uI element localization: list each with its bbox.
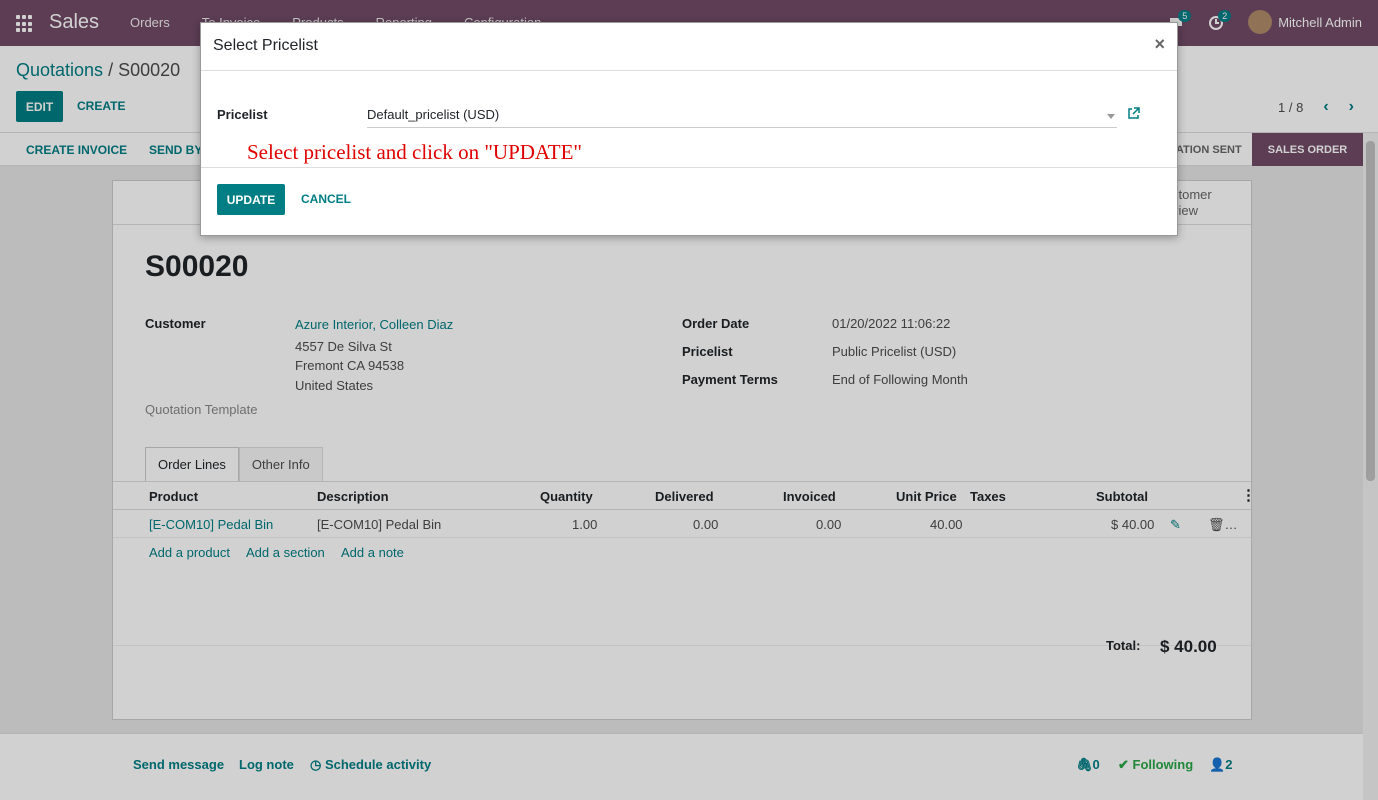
cancel-button[interactable]: CANCEL [301, 192, 351, 206]
dialog-footer-divider [201, 167, 1177, 168]
dialog-title: Select Pricelist [213, 37, 318, 54]
dialog-header: Select Pricelist × [201, 23, 1177, 71]
pricelist-select[interactable]: Default_pricelist (USD) [367, 105, 1117, 128]
close-icon[interactable]: × [1154, 34, 1165, 55]
chevron-down-icon[interactable] [1107, 114, 1115, 119]
select-pricelist-dialog: Select Pricelist × Pricelist Default_pri… [200, 22, 1178, 236]
instruction-annotation: Select pricelist and click on "UPDATE" [247, 140, 582, 164]
external-link-icon[interactable] [1127, 107, 1140, 123]
pricelist-select-value: Default_pricelist (USD) [367, 107, 500, 122]
dialog-pricelist-label: Pricelist [217, 107, 268, 122]
update-button[interactable]: UPDATE [217, 184, 285, 215]
